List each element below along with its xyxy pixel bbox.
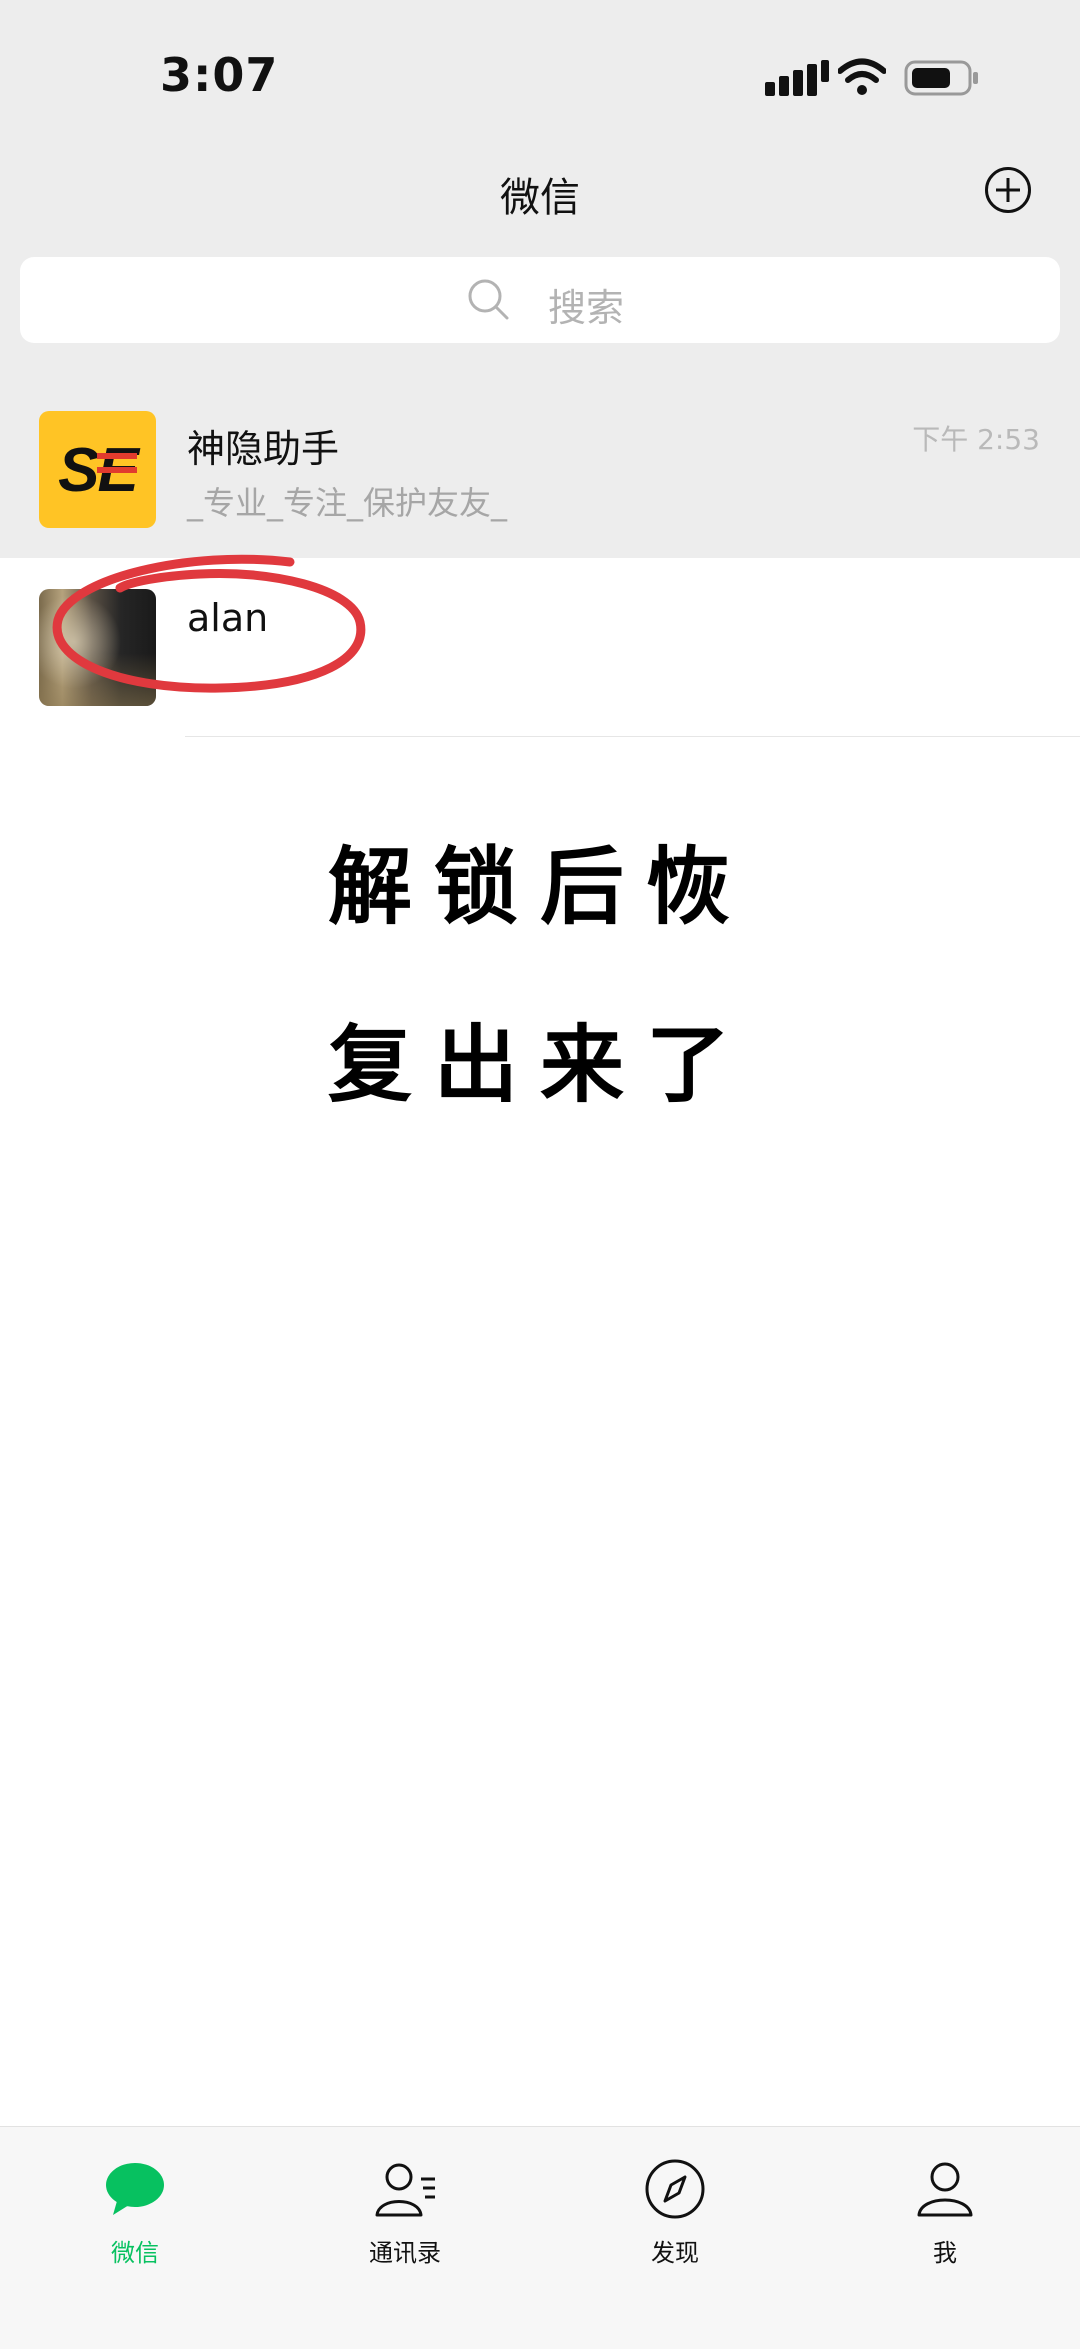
battery-icon [904, 60, 978, 96]
chat-last-message: _专业_专注_保护友友_ [187, 484, 508, 522]
logo-bar [97, 453, 137, 459]
search-bar[interactable]: 搜索 [20, 257, 1060, 343]
add-button[interactable] [985, 167, 1031, 213]
avatar: SE [39, 411, 156, 528]
chat-name: 神隐助手 [187, 427, 340, 471]
tab-me[interactable]: 我 [875, 2157, 1015, 2277]
tab-label: 我 [933, 2239, 957, 2267]
compass-icon [645, 2159, 705, 2219]
wifi-icon [838, 58, 886, 95]
logo-bar [97, 467, 137, 473]
chat-row-shenyin[interactable]: SE 神隐助手 _专业_专注_保护友友_ 下午 2:53 [0, 380, 1080, 559]
overlay-caption-line-2: 复出来了 [327, 1016, 752, 1114]
tab-label: 微信 [111, 2239, 159, 2267]
status-time: 3:07 [160, 48, 279, 102]
tab-label: 通讯录 [369, 2239, 441, 2267]
overlay-caption-line-1: 解锁后恢 [327, 838, 752, 936]
page-title: 微信 [500, 175, 580, 221]
annotation-circle [52, 554, 366, 693]
tab-bar: 微信 通讯录 发现 我 [0, 2126, 1080, 2349]
tab-contacts[interactable]: 通讯录 [335, 2157, 475, 2277]
tab-label: 发现 [651, 2239, 699, 2267]
chat-time: 下午 2:53 [912, 423, 1040, 456]
person-icon [917, 2162, 973, 2217]
tab-discover[interactable]: 发现 [605, 2157, 745, 2277]
contacts-icon [375, 2163, 435, 2217]
tab-chats[interactable]: 微信 [65, 2157, 205, 2277]
cellular-signal-icon [765, 60, 829, 96]
search-icon [468, 279, 509, 320]
chat-bubble-icon [106, 2163, 164, 2215]
search-placeholder: 搜索 [548, 286, 625, 330]
